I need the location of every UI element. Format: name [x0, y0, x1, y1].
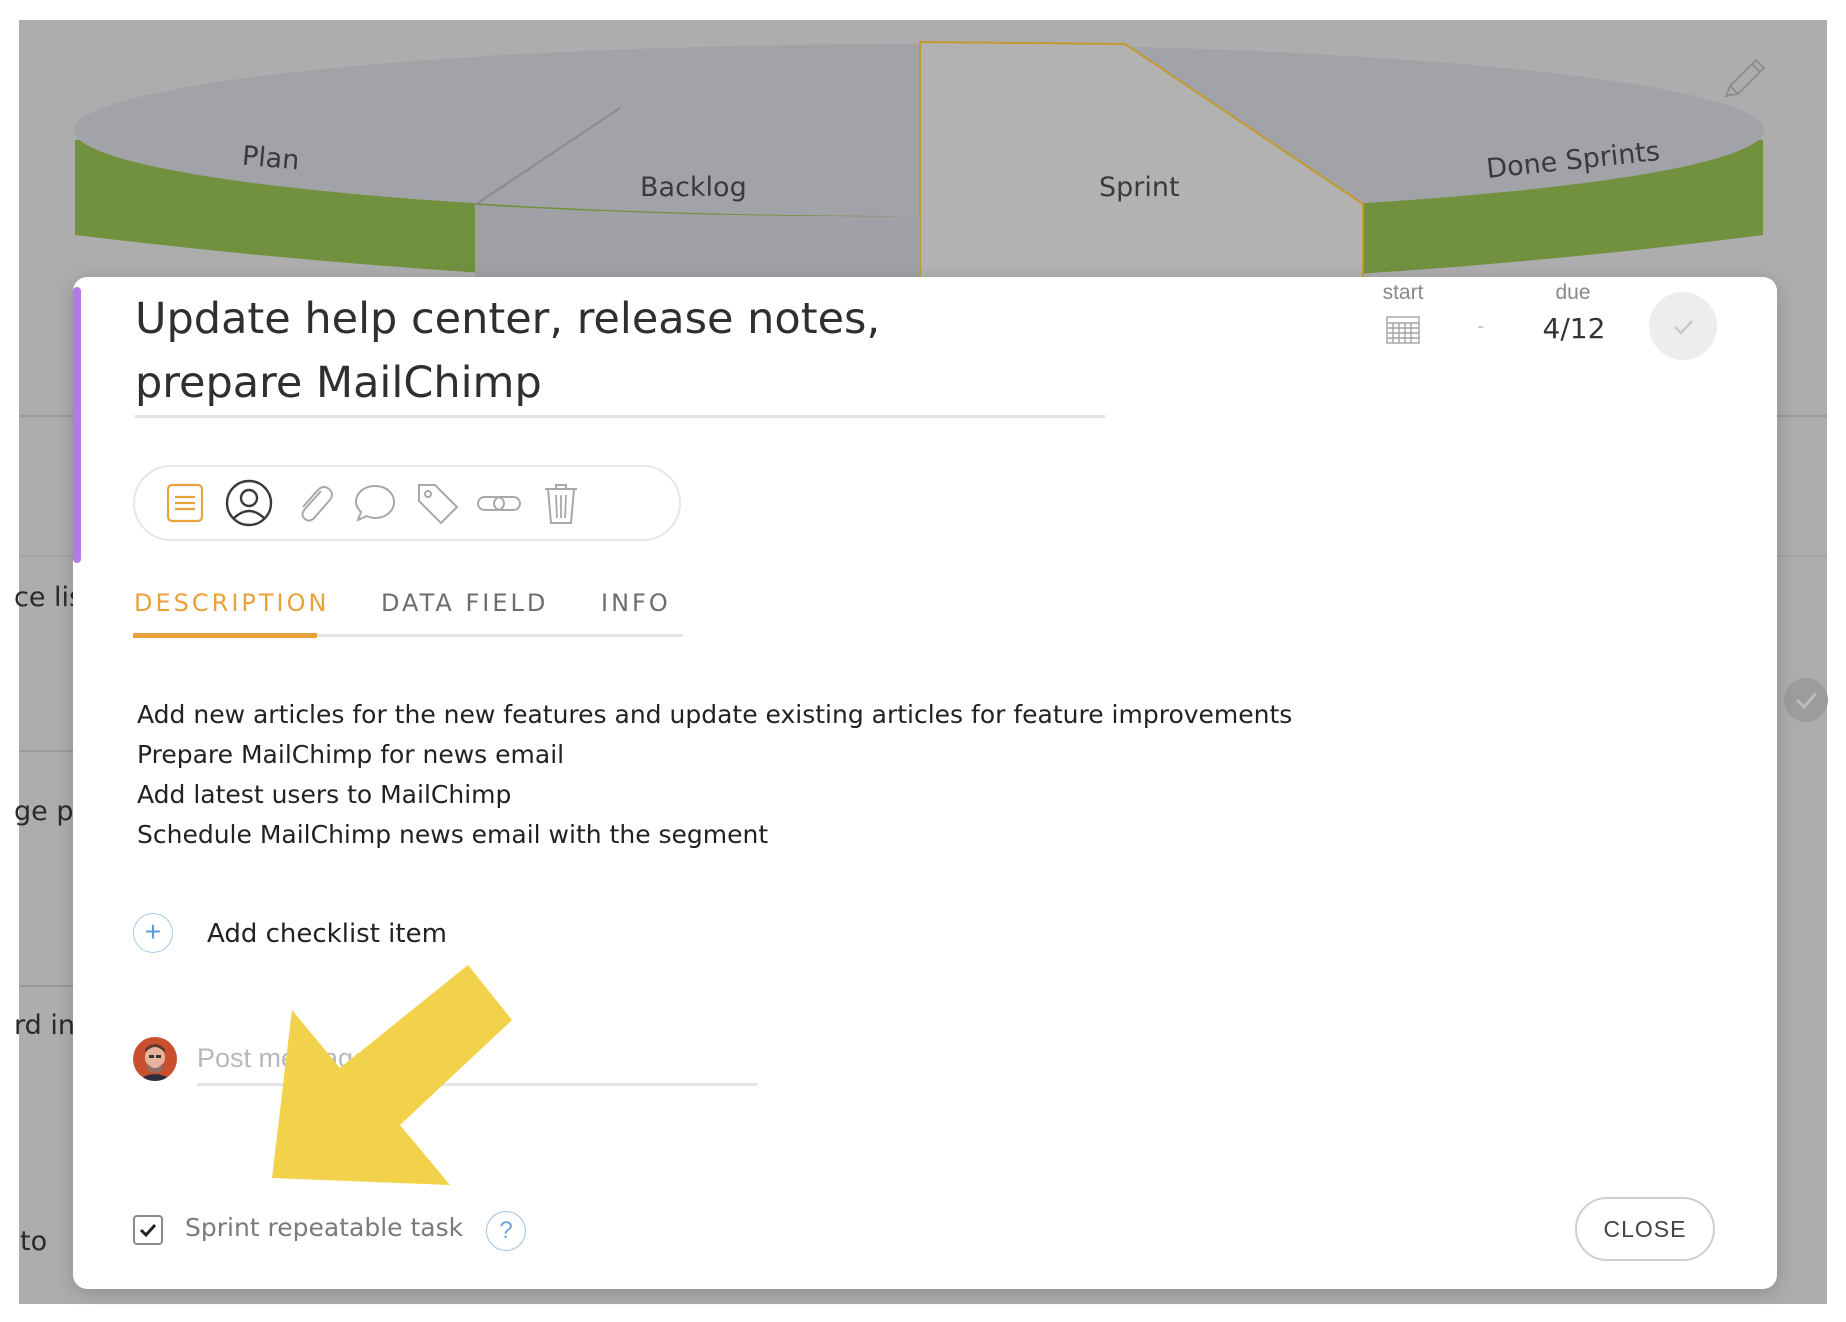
plus-icon: +: [133, 913, 173, 953]
title-underline: [135, 415, 1105, 418]
background-check-icon: [1784, 678, 1828, 722]
background-task-fragment: to: [20, 1226, 48, 1257]
description-line: Schedule MailChimp news email with the s…: [137, 820, 769, 849]
date-separator: -: [1477, 313, 1485, 338]
post-message-input[interactable]: [197, 1033, 757, 1086]
task-toolbar: [133, 465, 681, 541]
paperclip-icon: [301, 485, 333, 522]
app-root: Plan Backlog Sprint Done Sprints ce list…: [0, 0, 1846, 1322]
task-description[interactable]: Add new articles for the new features an…: [137, 695, 1437, 855]
tag-icon: [418, 484, 459, 525]
tab-description[interactable]: DESCRIPTION: [134, 589, 329, 617]
description-tool-button[interactable]: [159, 477, 211, 529]
description-line: Add latest users to MailChimp: [137, 780, 512, 809]
close-button[interactable]: CLOSE: [1575, 1197, 1715, 1261]
tab-data-field[interactable]: DATA FIELD: [381, 589, 548, 617]
checkmark-icon: [139, 1223, 157, 1238]
link-button[interactable]: [473, 477, 525, 529]
sprint-repeatable-checkbox[interactable]: [133, 1215, 163, 1245]
description-line: Add new articles for the new features an…: [137, 700, 1293, 729]
background-task-fragment: rd in: [14, 1010, 75, 1041]
task-title[interactable]: Update help center, release notes, prepa…: [135, 287, 1035, 415]
task-detail-modal: Update help center, release notes, prepa…: [73, 277, 1777, 1289]
description-line: Prepare MailChimp for news email: [137, 740, 565, 769]
link-icon: [477, 496, 521, 511]
start-date-label: start: [1382, 281, 1424, 304]
tag-button[interactable]: [411, 477, 463, 529]
delete-task-button[interactable]: [535, 477, 587, 529]
column-backlog-label: Backlog: [640, 172, 747, 203]
user-icon: [225, 479, 273, 527]
add-checklist-item-label: Add checklist item: [207, 919, 447, 949]
column-sprint-label: Sprint: [1099, 172, 1180, 203]
active-tab-indicator: [133, 633, 317, 638]
description-icon: [166, 483, 204, 523]
attach-file-button[interactable]: [287, 477, 339, 529]
help-icon[interactable]: ?: [486, 1211, 526, 1251]
avatar: [133, 1037, 177, 1081]
checkmark-icon: [1674, 320, 1693, 335]
column-plan-label: Plan: [240, 140, 301, 177]
comment-button[interactable]: [349, 477, 401, 529]
due-date-label: due: [1555, 281, 1591, 304]
tab-info[interactable]: INFO: [601, 589, 671, 617]
comment-icon: [354, 484, 396, 522]
trash-icon: [545, 484, 577, 524]
task-color-bar: [73, 287, 81, 563]
assign-user-button[interactable]: [223, 477, 275, 529]
complete-task-button[interactable]: [1649, 292, 1717, 360]
calendar-icon[interactable]: [1385, 313, 1423, 347]
due-date-value[interactable]: 4/12: [1509, 312, 1639, 345]
sprint-repeatable-label[interactable]: Sprint repeatable task: [185, 1213, 463, 1242]
